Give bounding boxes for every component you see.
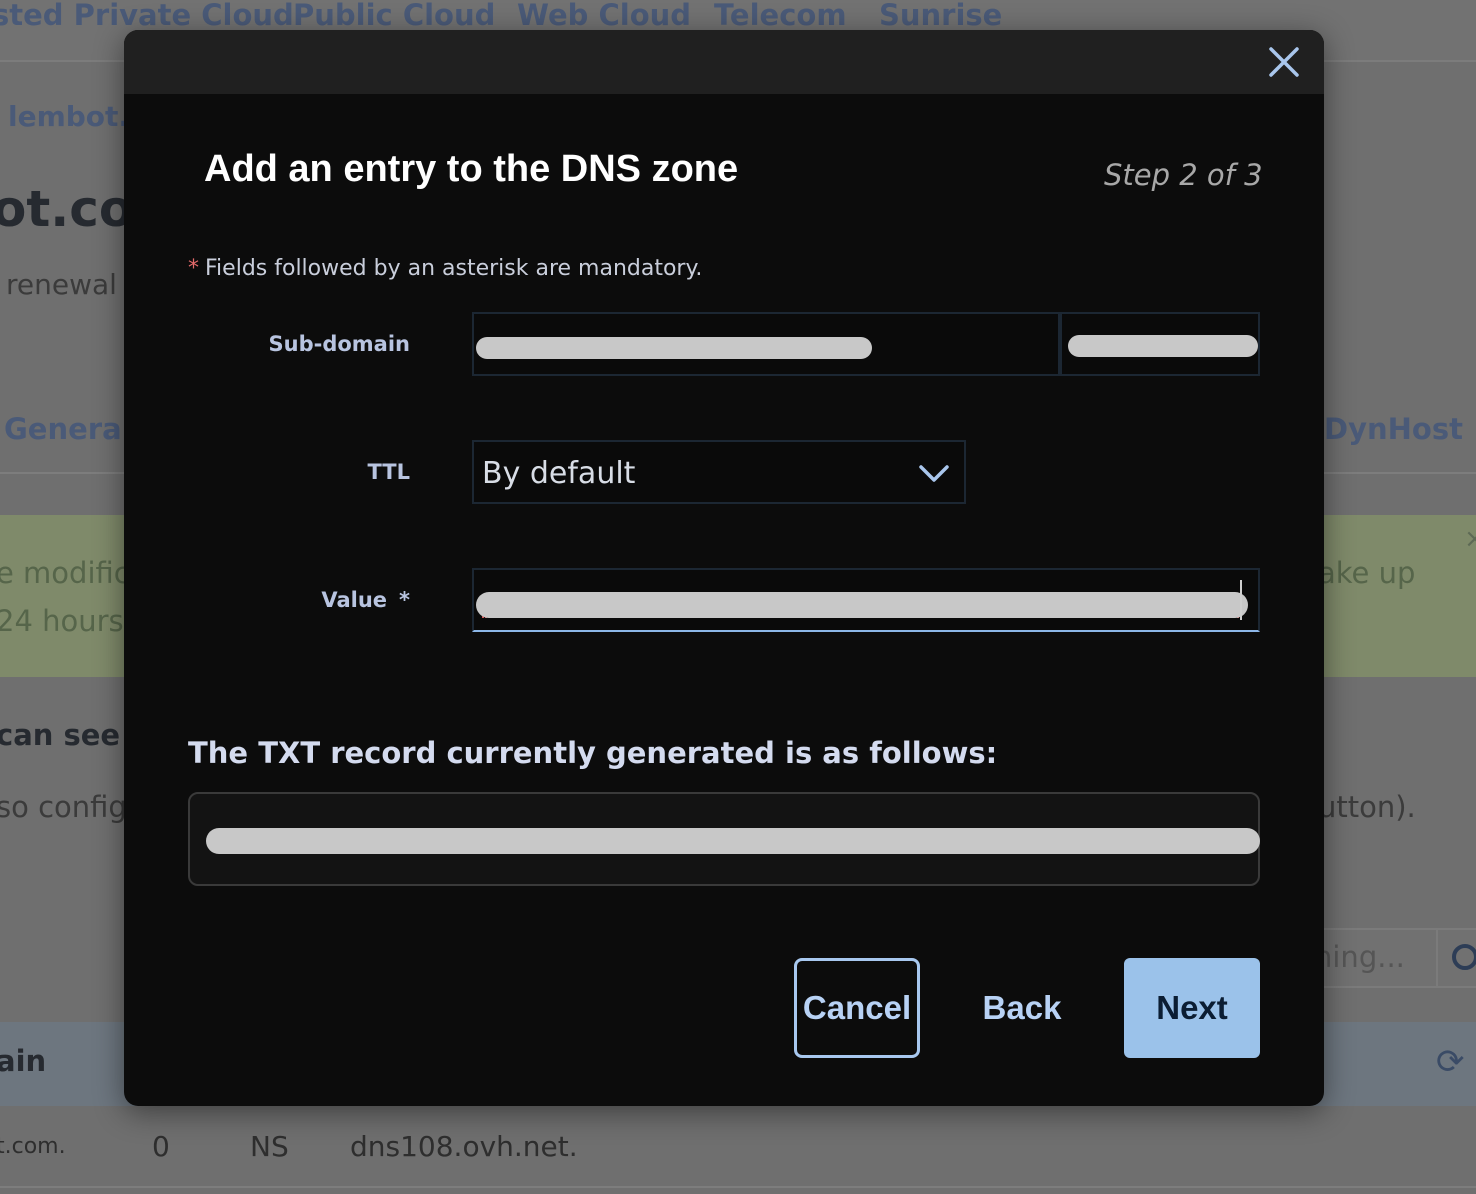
nav-item-telecom: Telecom (714, 0, 847, 32)
modal-header (124, 30, 1324, 94)
mandatory-note: * Fields followed by an asterisk are mand… (188, 256, 702, 281)
table-cell-ttl: 0 (152, 1130, 170, 1163)
table-header-domain: ain (0, 1044, 47, 1078)
alert-text-line-2: 24 hours t (0, 604, 145, 638)
redacted-value (476, 592, 1248, 618)
chevron-down-icon (919, 465, 949, 482)
nav-item-web-cloud: Web Cloud (517, 0, 692, 32)
ttl-selected-value: By default (482, 456, 636, 491)
alert-close-icon: × (1464, 524, 1476, 554)
value-input[interactable] (472, 568, 1260, 632)
table-cell-target: dns108.ovh.net. (350, 1130, 578, 1163)
cancel-button[interactable]: Cancel (794, 958, 920, 1058)
renewal-text: renewal : (6, 268, 136, 301)
redacted-subdomain-value (476, 337, 872, 359)
nav-item-sunrise: Sunrise (879, 0, 1003, 32)
redacted-txt-record (206, 828, 1260, 854)
table-cell-type: NS (250, 1130, 289, 1163)
tab-dynhost: DynHost (1324, 412, 1463, 446)
mandatory-note-text: Fields followed by an asterisk are manda… (205, 256, 703, 281)
alert-text-right: ake up (1318, 556, 1416, 590)
text-caret (1240, 580, 1242, 620)
next-button[interactable]: Next (1124, 958, 1260, 1058)
step-indicator: Step 2 of 3 (1104, 158, 1263, 192)
redacted-domain-suffix (1068, 335, 1258, 357)
nav-item-public-cloud: Public Cloud (293, 0, 496, 32)
back-button[interactable]: Back (970, 958, 1074, 1058)
table-cell-domain: t.com. (0, 1134, 66, 1159)
ttl-select[interactable]: By default (472, 440, 966, 504)
search-placeholder: hing... (1314, 940, 1405, 974)
subdomain-label: Sub-domain (268, 332, 410, 356)
value-label-text: Value (321, 588, 388, 612)
table-row-divider (0, 1186, 1476, 1188)
txt-record-box (188, 792, 1260, 886)
subdomain-suffix (1060, 312, 1260, 376)
subdomain-input[interactable] (472, 312, 1060, 376)
value-label: Value * (124, 588, 410, 612)
ttl-label: TTL (367, 460, 410, 484)
refresh-icon: ⟳ (1436, 1042, 1465, 1082)
search-separator (1436, 930, 1438, 988)
close-icon[interactable] (1266, 44, 1302, 80)
nav-item-hosted-private-cloud: sted Private Cloud (0, 0, 294, 32)
txt-record-heading: The TXT record currently generated is as… (188, 736, 998, 770)
search-icon (1452, 944, 1476, 970)
add-dns-entry-modal: Add an entry to the DNS zone Step 2 of 3… (124, 30, 1324, 1106)
section-text-right: utton). (1318, 790, 1416, 824)
modal-title: Add an entry to the DNS zone (204, 148, 739, 190)
required-asterisk: * (399, 588, 410, 612)
asterisk-marker: * (188, 256, 199, 281)
